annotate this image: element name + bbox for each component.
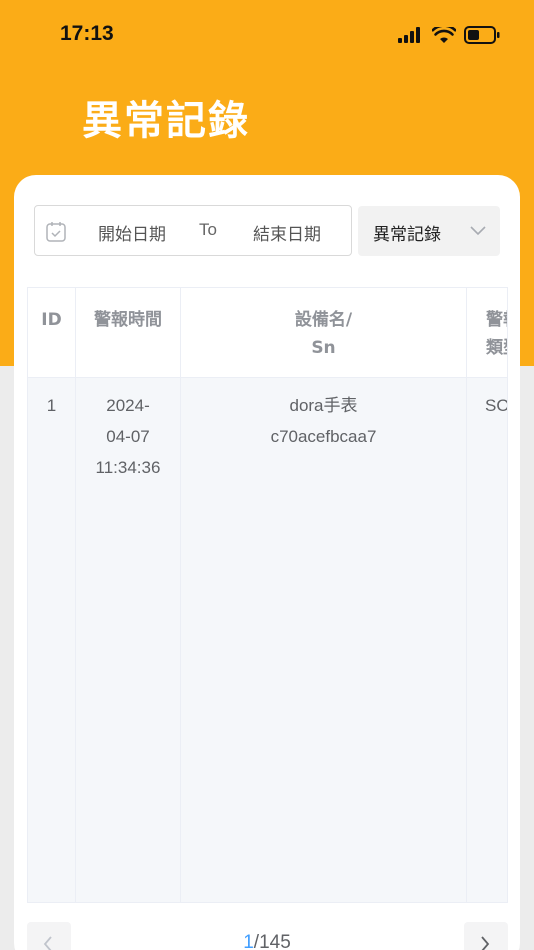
total-pages: /145 (253, 932, 291, 950)
row-device: dora手表 c70acefbcaa7 (181, 390, 466, 452)
record-type-value: 異常記錄 (373, 225, 441, 245)
column-id: ID (28, 288, 76, 377)
page-title: 異常記錄 (82, 98, 250, 144)
status-time: 17:13 (60, 22, 114, 45)
row-time-date1: 2024- (106, 396, 150, 415)
column-alarm-type: 警報 類型 (467, 288, 507, 377)
row-alarm-time: 2024- 04-07 11:34:36 (76, 390, 180, 483)
row-time-clock: 11:34:36 (95, 458, 161, 477)
cell-id: 1 (28, 378, 76, 902)
current-page: 1 (243, 932, 254, 950)
header-device: 設備名/ Sn (181, 306, 466, 362)
wifi-icon (432, 26, 456, 43)
status-icons (398, 26, 500, 44)
row-time-date2: 04-07 (106, 427, 150, 446)
header-device-line1: 設備名/ (294, 310, 353, 330)
header-alarm-type-line1: 警報 (486, 310, 507, 330)
row-device-sn: c70acefbcaa7 (270, 427, 377, 446)
header-device-line2: Sn (311, 338, 336, 358)
chevron-right-icon (481, 936, 490, 950)
calendar-icon (46, 222, 66, 242)
record-type-select[interactable]: 異常記錄 (358, 206, 500, 256)
row-id: 1 (46, 396, 57, 415)
status-bar: 17:13 (0, 0, 534, 72)
cell-alarm-type: SOS (467, 378, 507, 902)
next-page-button[interactable] (464, 922, 508, 950)
header-id: ID (41, 310, 62, 330)
content-card: 開始日期 To 結束日期 異常記錄 ID 警報時間 設備名/ Sn 警 類 1 … (14, 175, 520, 950)
column-alarm-time: 警報時間 (76, 288, 181, 377)
header-alarm-type: 警報 類型 (467, 306, 507, 362)
header-alarm-type-line2: 類型 (486, 338, 507, 358)
cellular-signal-icon (398, 27, 420, 43)
table-row[interactable]: 1 2024- 04-07 11:34:36 dora手表 c70acefbca… (28, 378, 507, 902)
cell-device: dora手表 c70acefbcaa7 (181, 378, 467, 902)
date-range-picker[interactable]: 開始日期 To 結束日期 (34, 205, 352, 256)
start-date-input[interactable]: 開始日期 (98, 220, 166, 245)
pagination: 1/145 (0, 922, 534, 950)
row-alarm-type: SOS (485, 396, 507, 415)
cell-alarm-time: 2024- 04-07 11:34:36 (76, 378, 181, 902)
header-alarm-time: 警報時間 (94, 310, 162, 330)
chevron-down-icon (470, 226, 486, 236)
row-device-name: dora手表 (289, 396, 358, 415)
date-range-separator: To (199, 220, 217, 239)
column-device: 設備名/ Sn (181, 288, 467, 377)
end-date-input[interactable]: 結束日期 (253, 220, 321, 245)
battery-icon (464, 26, 500, 44)
records-table[interactable]: ID 警報時間 設備名/ Sn 警報 類型 1 (27, 287, 508, 903)
page-indicator: 1/145 (0, 932, 534, 950)
table-header: ID 警報時間 設備名/ Sn 警報 類型 (28, 288, 507, 378)
